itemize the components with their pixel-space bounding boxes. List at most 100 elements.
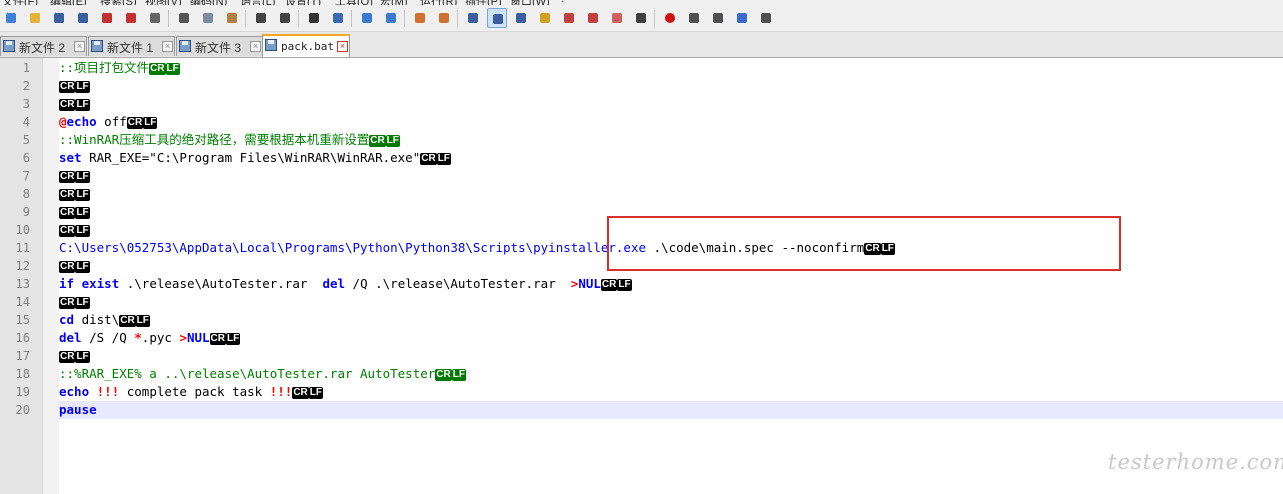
code-token: set bbox=[59, 150, 82, 165]
sync-horizontal-icon[interactable] bbox=[436, 10, 452, 26]
save-macro-icon[interactable] bbox=[758, 10, 774, 26]
code-line[interactable]: CR LF bbox=[59, 95, 1283, 113]
save-file-icon bbox=[265, 39, 277, 51]
code-token: * bbox=[134, 330, 142, 345]
fold-margin bbox=[42, 58, 59, 494]
code-line[interactable]: @echo offCR LF bbox=[59, 113, 1283, 131]
monitoring-icon[interactable] bbox=[633, 10, 649, 26]
code-token: RAR_EXE="C:\Program Files\WinRAR\WinRAR.… bbox=[81, 150, 421, 165]
code-line[interactable]: CR LF bbox=[59, 185, 1283, 203]
eol-marker: CR bbox=[420, 153, 437, 165]
eol-marker: CR bbox=[119, 315, 136, 327]
code-line[interactable]: ::项目打包文件CR LF bbox=[59, 59, 1283, 77]
save-file-icon bbox=[91, 40, 103, 52]
close-tab-icon[interactable]: × bbox=[74, 41, 85, 52]
eol-marker: LF bbox=[617, 279, 632, 291]
eol-marker: LF bbox=[75, 99, 90, 111]
close-all-icon[interactable] bbox=[123, 10, 139, 26]
code-line[interactable]: CR LF bbox=[59, 347, 1283, 365]
tab-label: pack.bat bbox=[281, 40, 334, 53]
line-number: 15 bbox=[15, 313, 30, 327]
record-macro-icon[interactable] bbox=[662, 10, 678, 26]
eol-marker: CR bbox=[292, 387, 309, 399]
line-number: 4 bbox=[22, 115, 30, 129]
code-token: dist\ bbox=[74, 312, 120, 327]
code-line[interactable]: ::%RAR_EXE% a ..\release\AutoTester.rar … bbox=[59, 365, 1283, 383]
code-token: .\release\AutoTester.rar bbox=[119, 276, 323, 291]
eol-marker: LF bbox=[75, 171, 90, 183]
code-line[interactable]: pause bbox=[59, 401, 1283, 419]
close-tab-icon[interactable]: × bbox=[337, 41, 348, 52]
toolbar-separator bbox=[298, 10, 299, 27]
word-wrap-icon[interactable] bbox=[465, 10, 481, 26]
run-macro-multiple-icon[interactable] bbox=[734, 10, 750, 26]
zoom-out-icon[interactable] bbox=[383, 10, 399, 26]
user-defined-language-icon[interactable] bbox=[537, 10, 553, 26]
code-token: cd bbox=[59, 312, 75, 327]
zoom-in-icon[interactable] bbox=[359, 10, 375, 26]
stop-recording-icon[interactable] bbox=[686, 10, 702, 26]
indent-guide-icon[interactable] bbox=[513, 10, 529, 26]
tab-active[interactable]: pack.bat × bbox=[262, 34, 350, 57]
code-line[interactable]: CR LF bbox=[59, 293, 1283, 311]
code-token: /Q .\release\AutoTester.rar bbox=[345, 276, 571, 291]
eol-marker: LF bbox=[135, 315, 150, 327]
code-line[interactable]: cd dist\CR LF bbox=[59, 311, 1283, 329]
function-list-icon[interactable] bbox=[585, 10, 601, 26]
code-token: !!! bbox=[269, 384, 293, 399]
toolbar-separator bbox=[168, 10, 169, 27]
sync-vertical-icon[interactable] bbox=[412, 10, 428, 26]
eol-marker: LF bbox=[75, 261, 90, 273]
code-line[interactable]: del /S /Q *.pyc >NULCR LF bbox=[59, 329, 1283, 347]
code-token: if bbox=[59, 276, 75, 291]
code-line[interactable]: ::WinRAR压缩工具的绝对路径，需要根据本机重新设置CR LF bbox=[59, 131, 1283, 149]
close-icon[interactable] bbox=[99, 10, 115, 26]
save-icon[interactable] bbox=[51, 10, 67, 26]
folder-as-workspace-icon[interactable] bbox=[609, 10, 625, 26]
tab[interactable]: 新文件 2 × bbox=[0, 36, 87, 56]
find-icon[interactable] bbox=[306, 10, 322, 26]
code-line[interactable]: set RAR_EXE="C:\Program Files\WinRAR\Win… bbox=[59, 149, 1283, 167]
tab[interactable]: 新文件 1 × bbox=[88, 36, 175, 56]
line-number: 18 bbox=[15, 367, 30, 381]
toolbar-separator bbox=[404, 10, 405, 27]
eol-marker: CR bbox=[59, 351, 76, 363]
close-tab-icon[interactable]: × bbox=[162, 41, 173, 52]
open-file-icon[interactable] bbox=[27, 10, 43, 26]
eol-marker: CR bbox=[59, 99, 76, 111]
code-token: complete pack task bbox=[119, 384, 270, 399]
print-icon[interactable] bbox=[147, 10, 163, 26]
eol-marker: CR bbox=[59, 297, 76, 309]
paste-icon[interactable] bbox=[224, 10, 240, 26]
tab[interactable]: 新文件 3 × bbox=[176, 36, 263, 56]
save-all-icon[interactable] bbox=[75, 10, 91, 26]
eol-marker: LF bbox=[75, 351, 90, 363]
line-number: 12 bbox=[15, 259, 30, 273]
code-token: > bbox=[179, 330, 187, 345]
code-token: ::项目打包文件 bbox=[59, 60, 150, 75]
close-tab-icon[interactable]: × bbox=[250, 41, 261, 52]
replace-icon[interactable] bbox=[330, 10, 346, 26]
code-token: /S /Q bbox=[81, 330, 135, 345]
copy-icon[interactable] bbox=[200, 10, 216, 26]
undo-icon[interactable] bbox=[253, 10, 269, 26]
editor-text-area[interactable]: ::项目打包文件CR LF CR LF CR LF @echo offCR LF::WinRA… bbox=[59, 58, 1283, 494]
line-number: 6 bbox=[22, 151, 30, 165]
line-number: 20 bbox=[15, 403, 30, 417]
show-all-characters-icon[interactable] bbox=[487, 8, 507, 28]
code-line[interactable]: CR LF bbox=[59, 77, 1283, 95]
cut-icon[interactable] bbox=[176, 10, 192, 26]
new-file-icon[interactable] bbox=[3, 10, 19, 26]
eol-marker: LF bbox=[385, 135, 400, 147]
play-macro-icon[interactable] bbox=[710, 10, 726, 26]
code-line[interactable]: echo !!! complete pack task !!!CR LF bbox=[59, 383, 1283, 401]
code-line[interactable]: CR LF bbox=[59, 167, 1283, 185]
code-line[interactable]: if exist .\release\AutoTester.rar del /Q… bbox=[59, 275, 1283, 293]
eol-marker: CR bbox=[59, 261, 76, 273]
tab-label: 新文件 3 bbox=[195, 41, 242, 55]
eol-marker: LF bbox=[75, 207, 90, 219]
document-map-icon[interactable] bbox=[561, 10, 577, 26]
redo-icon[interactable] bbox=[277, 10, 293, 26]
